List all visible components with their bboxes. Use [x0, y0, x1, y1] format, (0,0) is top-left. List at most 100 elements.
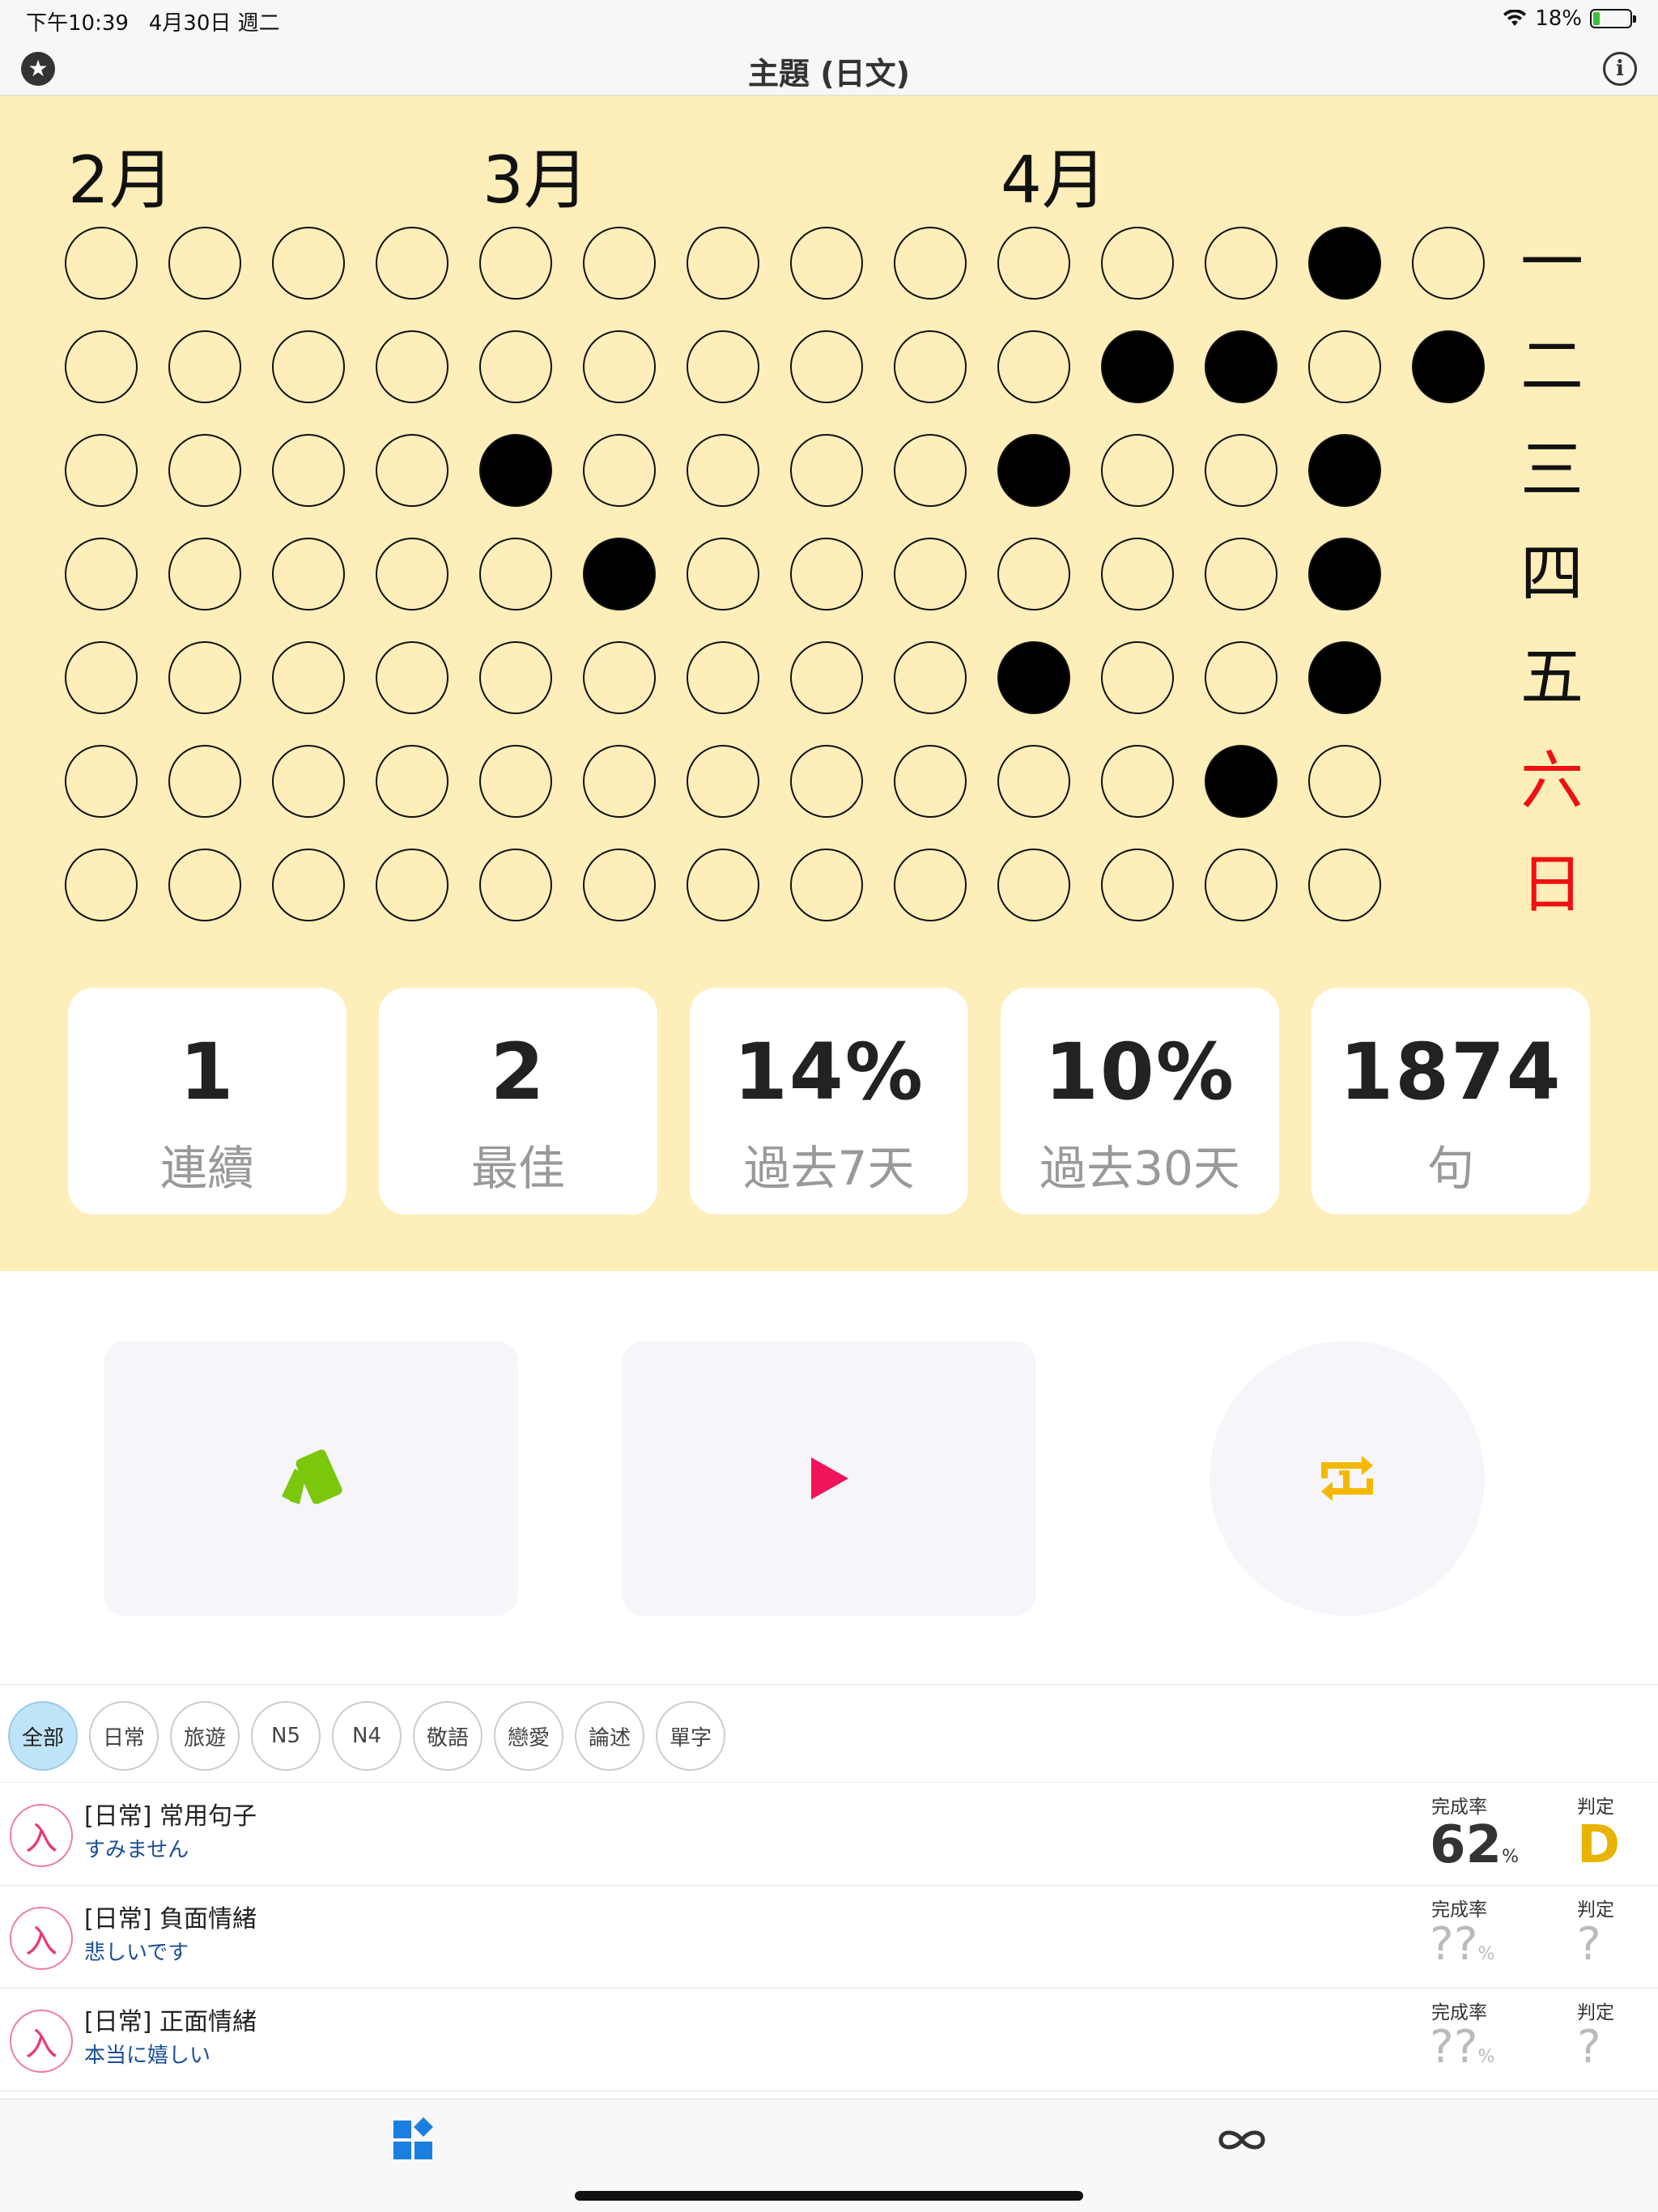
activity-dot	[894, 849, 967, 921]
activity-dot	[583, 227, 656, 300]
filter-chip[interactable]: 論述	[575, 1701, 644, 1771]
activity-dot-active	[1412, 330, 1485, 403]
activity-dot	[376, 745, 449, 818]
activity-dot	[1205, 538, 1278, 610]
filter-chip[interactable]: 旅遊	[170, 1701, 240, 1771]
activity-dot	[168, 641, 241, 714]
activity-dot	[583, 434, 656, 507]
stat-last-7-days: 14% 過去7天	[690, 988, 968, 1214]
activity-dot	[272, 849, 345, 921]
activity-dot-active	[479, 434, 552, 507]
repeat-one-button[interactable]	[1209, 1341, 1485, 1616]
action-buttons	[0, 1271, 1658, 1684]
activity-dot	[997, 849, 1070, 921]
activity-dot	[583, 745, 656, 818]
month-label-mar: 3月	[483, 143, 589, 218]
lesson-title: [日常] 負面情緒	[84, 1905, 257, 1933]
activity-dot	[479, 641, 552, 714]
activity-dot	[687, 745, 759, 818]
month-label-feb: 2月	[68, 143, 174, 218]
activity-dot	[1101, 641, 1174, 714]
activity-dot	[65, 330, 138, 403]
activity-dot	[479, 227, 552, 300]
activity-dot	[687, 227, 759, 300]
page-title: 主題 (日文)	[748, 56, 910, 91]
lesson-subtitle: 悲しいです	[84, 1941, 189, 1965]
activity-dot	[272, 434, 345, 507]
activity-dot	[65, 538, 138, 610]
play-button[interactable]	[622, 1341, 1036, 1616]
activity-dot	[65, 641, 138, 714]
stat-label: 過去30天	[1039, 1141, 1240, 1196]
activity-dot	[997, 330, 1070, 403]
stats-row: 1 連續 2 最佳 14% 過去7天 10% 過去30天 1874 句	[68, 988, 1590, 1214]
play-icon	[811, 1457, 848, 1499]
activity-dot	[168, 434, 241, 507]
activity-dot	[894, 227, 967, 300]
activity-dot	[790, 849, 863, 921]
lesson-row[interactable]: 入 [日常] 負面情緒 悲しいです 完成率 判定??%?	[0, 1886, 1658, 1989]
completion-value: ??%	[1430, 2021, 1494, 2074]
dashboard-icon[interactable]	[390, 2116, 439, 2164]
activity-dot	[168, 538, 241, 610]
activity-dot	[687, 538, 759, 610]
battery-tip	[1633, 15, 1636, 23]
flashcards-button[interactable]	[104, 1341, 518, 1616]
grade-value: ?	[1577, 2021, 1601, 2074]
activity-dot	[894, 330, 967, 403]
activity-dot-active	[1308, 538, 1381, 610]
activity-dot	[479, 745, 552, 818]
level-badge: 入	[10, 2010, 73, 2073]
wifi-icon	[1503, 10, 1527, 26]
activity-dot	[272, 641, 345, 714]
stat-label: 連續	[159, 1141, 254, 1196]
filter-chip[interactable]: 全部	[8, 1701, 78, 1771]
activity-dot	[790, 330, 863, 403]
filter-chip[interactable]: N5	[251, 1701, 321, 1771]
activity-dot	[1308, 849, 1381, 921]
activity-dot	[1412, 227, 1485, 300]
category-filters: 全部 日常 旅遊 N5 N4 敬語 戀愛 論述 單字	[0, 1684, 1658, 1783]
month-label-apr: 4月	[1001, 143, 1107, 218]
completion-number: 62	[1430, 1815, 1503, 1875]
filter-chip[interactable]: 戀愛	[494, 1701, 563, 1771]
stat-value: 1	[179, 1027, 236, 1117]
activity-dot	[376, 227, 449, 300]
activity-dot	[65, 849, 138, 921]
activity-dot-active	[1205, 330, 1278, 403]
filter-chip[interactable]: 日常	[89, 1701, 159, 1771]
lesson-row[interactable]: 入 [日常] 常用句子 すみません 完成率 判定 62% D	[0, 1783, 1658, 1886]
stat-sentences: 1874 句	[1312, 988, 1590, 1214]
activity-dot-active	[1308, 434, 1381, 507]
weekday-label: 三	[1520, 434, 1584, 507]
activity-dot	[376, 538, 449, 610]
stat-value: 10%	[1044, 1027, 1235, 1117]
weekday-label: 六	[1520, 745, 1584, 818]
grade-label: 判定	[1577, 1797, 1614, 1818]
lesson-subtitle: すみません	[84, 1838, 189, 1862]
info-icon[interactable]: i	[1603, 52, 1637, 86]
status-time-date: 下午10:39 4月30日 週二	[26, 6, 280, 36]
activity-dot	[894, 641, 967, 714]
filter-chip[interactable]: 敬語	[413, 1701, 483, 1771]
flashcards-icon	[282, 1449, 342, 1504]
completion-value: 62%	[1430, 1815, 1519, 1875]
activity-dot	[790, 745, 863, 818]
activity-dot-active	[1308, 227, 1381, 300]
percent-sign: %	[1477, 1944, 1495, 1964]
activity-dot	[272, 538, 345, 610]
activity-dot	[1101, 538, 1174, 610]
lesson-row[interactable]: 入 [日常] 正面情緒 本当に嬉しい 完成率 判定??%?	[0, 1989, 1658, 2091]
activity-dot	[376, 434, 449, 507]
filter-chip[interactable]: 單字	[656, 1701, 725, 1771]
activity-dot	[687, 434, 759, 507]
percent-sign: %	[1477, 2047, 1495, 2067]
activity-dot	[1101, 849, 1174, 921]
repeat-one-icon	[1321, 1456, 1373, 1501]
lesson-title: [日常] 常用句子	[84, 1802, 257, 1831]
activity-dot-active	[997, 434, 1070, 507]
activity-dot	[790, 641, 863, 714]
filter-chip[interactable]: N4	[332, 1701, 402, 1771]
infinity-icon[interactable]	[1211, 2116, 1273, 2164]
lesson-title: [日常] 正面情緒	[84, 2008, 257, 2036]
